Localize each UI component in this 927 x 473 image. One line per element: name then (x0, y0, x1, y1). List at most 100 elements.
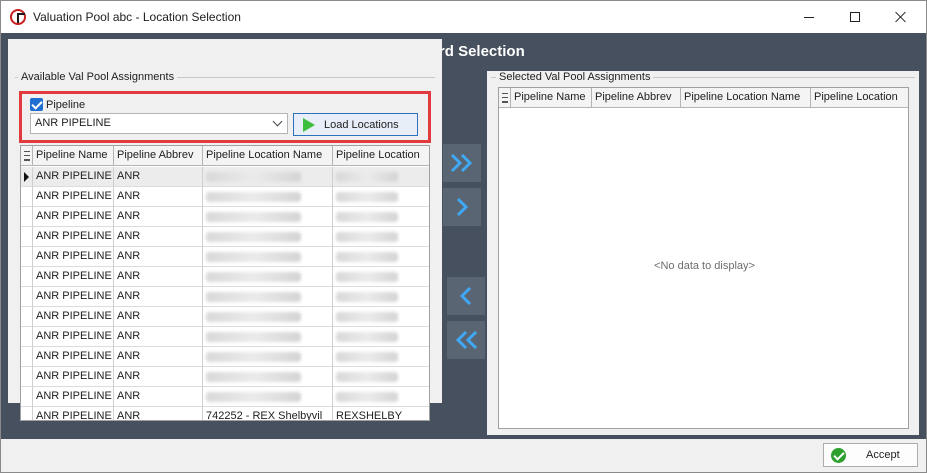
table-row[interactable]: ANR PIPELINE ANR (21, 307, 429, 327)
column-header-pipeline-name[interactable]: Pipeline Name (33, 146, 114, 166)
column-header-location[interactable]: Pipeline Location (333, 146, 429, 166)
accept-label: Accept (866, 449, 900, 461)
column-chooser-button[interactable] (21, 146, 33, 166)
move-left-button[interactable] (447, 277, 485, 315)
redacted-value (336, 212, 398, 222)
close-button[interactable] (878, 1, 924, 33)
table-cell: REXSHELBY (333, 407, 429, 420)
redacted-value (206, 292, 301, 302)
table-row[interactable]: ANR PIPELINE ANR (21, 247, 429, 267)
column-header-pipeline-abbrev[interactable]: Pipeline Abbrev (592, 88, 681, 108)
table-row[interactable]: ANR PIPELINE ANR (21, 387, 429, 407)
table-cell (203, 387, 333, 407)
move-all-right-button[interactable] (443, 144, 481, 182)
available-grid-header: Pipeline Name Pipeline Abbrev Pipeline L… (21, 146, 429, 166)
table-row[interactable]: ANR PIPELINE ANR (21, 287, 429, 307)
redacted-value (206, 232, 301, 242)
redacted-value (336, 312, 398, 322)
table-cell (203, 327, 333, 347)
move-all-left-button[interactable] (447, 321, 485, 359)
maximize-button[interactable] (832, 1, 878, 33)
pipeline-select[interactable]: ANR PIPELINE (30, 113, 288, 134)
row-indicator (21, 227, 33, 247)
table-row[interactable]: ANR PIPELINE ANR (21, 367, 429, 387)
available-grid[interactable]: Pipeline Name Pipeline Abbrev Pipeline L… (20, 145, 430, 421)
table-row[interactable]: ANR PIPELINE ANR (21, 187, 429, 207)
table-cell (203, 227, 333, 247)
row-indicator (21, 407, 33, 420)
redacted-value (206, 392, 301, 402)
table-cell (203, 187, 333, 207)
table-cell (333, 247, 429, 267)
row-indicator (21, 327, 33, 347)
table-cell (333, 367, 429, 387)
table-cell (203, 247, 333, 267)
redacted-value (336, 252, 398, 262)
table-cell: ANR (114, 327, 203, 347)
pipeline-checkbox[interactable] (30, 98, 43, 111)
accept-button[interactable]: Accept (823, 443, 918, 467)
double-chevron-right-icon (450, 153, 473, 173)
row-indicator (21, 307, 33, 327)
redacted-value (206, 212, 301, 222)
table-cell (333, 267, 429, 287)
table-cell (333, 187, 429, 207)
table-cell: ANR (114, 367, 203, 387)
table-cell: ANR (114, 387, 203, 407)
table-cell (333, 207, 429, 227)
table-cell: ANR PIPELINE (33, 227, 114, 247)
table-cell: ANR PIPELINE (33, 207, 114, 227)
table-row[interactable]: ANR PIPELINE ANR (21, 347, 429, 367)
table-cell (203, 267, 333, 287)
chevron-left-icon (459, 286, 472, 306)
table-cell: ANR PIPELINE (33, 247, 114, 267)
table-cell: ANR (114, 207, 203, 227)
table-row[interactable]: ANR PIPELINE ANR (21, 207, 429, 227)
column-chooser-icon (502, 93, 508, 103)
double-chevron-left-icon (455, 330, 478, 350)
table-cell: ANR PIPELINE (33, 407, 114, 420)
table-row[interactable]: ANR PIPELINE ANR (21, 227, 429, 247)
redacted-value (336, 352, 398, 362)
column-header-pipeline-abbrev[interactable]: Pipeline Abbrev (114, 146, 203, 166)
table-cell: ANR (114, 347, 203, 367)
table-cell (203, 347, 333, 367)
row-indicator (21, 247, 33, 267)
table-cell (333, 167, 429, 187)
pipeline-select-value: ANR PIPELINE (35, 117, 111, 129)
row-indicator (21, 267, 33, 287)
table-cell (203, 307, 333, 327)
column-chooser-button[interactable] (499, 88, 511, 108)
minimize-button[interactable] (786, 1, 832, 33)
table-row[interactable]: ANR PIPELINE ANR 742252 - REX Shelbyvil REX… (21, 407, 429, 420)
column-header-pipeline-name[interactable]: Pipeline Name (511, 88, 592, 108)
redacted-value (206, 272, 301, 282)
redacted-value (336, 172, 398, 182)
move-right-button[interactable] (443, 188, 481, 226)
app-logo-icon (10, 9, 26, 25)
row-indicator (21, 387, 33, 407)
redacted-value (206, 252, 301, 262)
load-locations-label: Load Locations (324, 119, 399, 131)
column-header-location-name[interactable]: Pipeline Location Name (203, 146, 333, 166)
row-indicator (21, 187, 33, 207)
table-cell: ANR (114, 187, 203, 207)
redacted-value (336, 392, 398, 402)
available-panel-title: Available Val Pool Assignments (18, 71, 178, 83)
column-header-location-name[interactable]: Pipeline Location Name (681, 88, 811, 108)
selected-grid[interactable]: Pipeline Name Pipeline Abbrev Pipeline L… (498, 87, 909, 429)
chevron-right-icon (456, 197, 469, 217)
table-row[interactable]: ANR PIPELINE ANR (21, 167, 429, 187)
table-cell: ANR PIPELINE (33, 367, 114, 387)
window-title: Valuation Pool abc - Location Selection (33, 10, 241, 24)
load-locations-button[interactable]: Load Locations (293, 113, 418, 136)
table-cell (333, 227, 429, 247)
table-cell: ANR (114, 407, 203, 420)
play-icon (303, 118, 315, 132)
column-header-location[interactable]: Pipeline Location (811, 88, 908, 108)
redacted-value (206, 332, 301, 342)
table-row[interactable]: ANR PIPELINE ANR (21, 327, 429, 347)
table-cell: ANR PIPELINE (33, 167, 114, 187)
table-row[interactable]: ANR PIPELINE ANR (21, 267, 429, 287)
pipeline-label: Pipeline (46, 99, 86, 111)
